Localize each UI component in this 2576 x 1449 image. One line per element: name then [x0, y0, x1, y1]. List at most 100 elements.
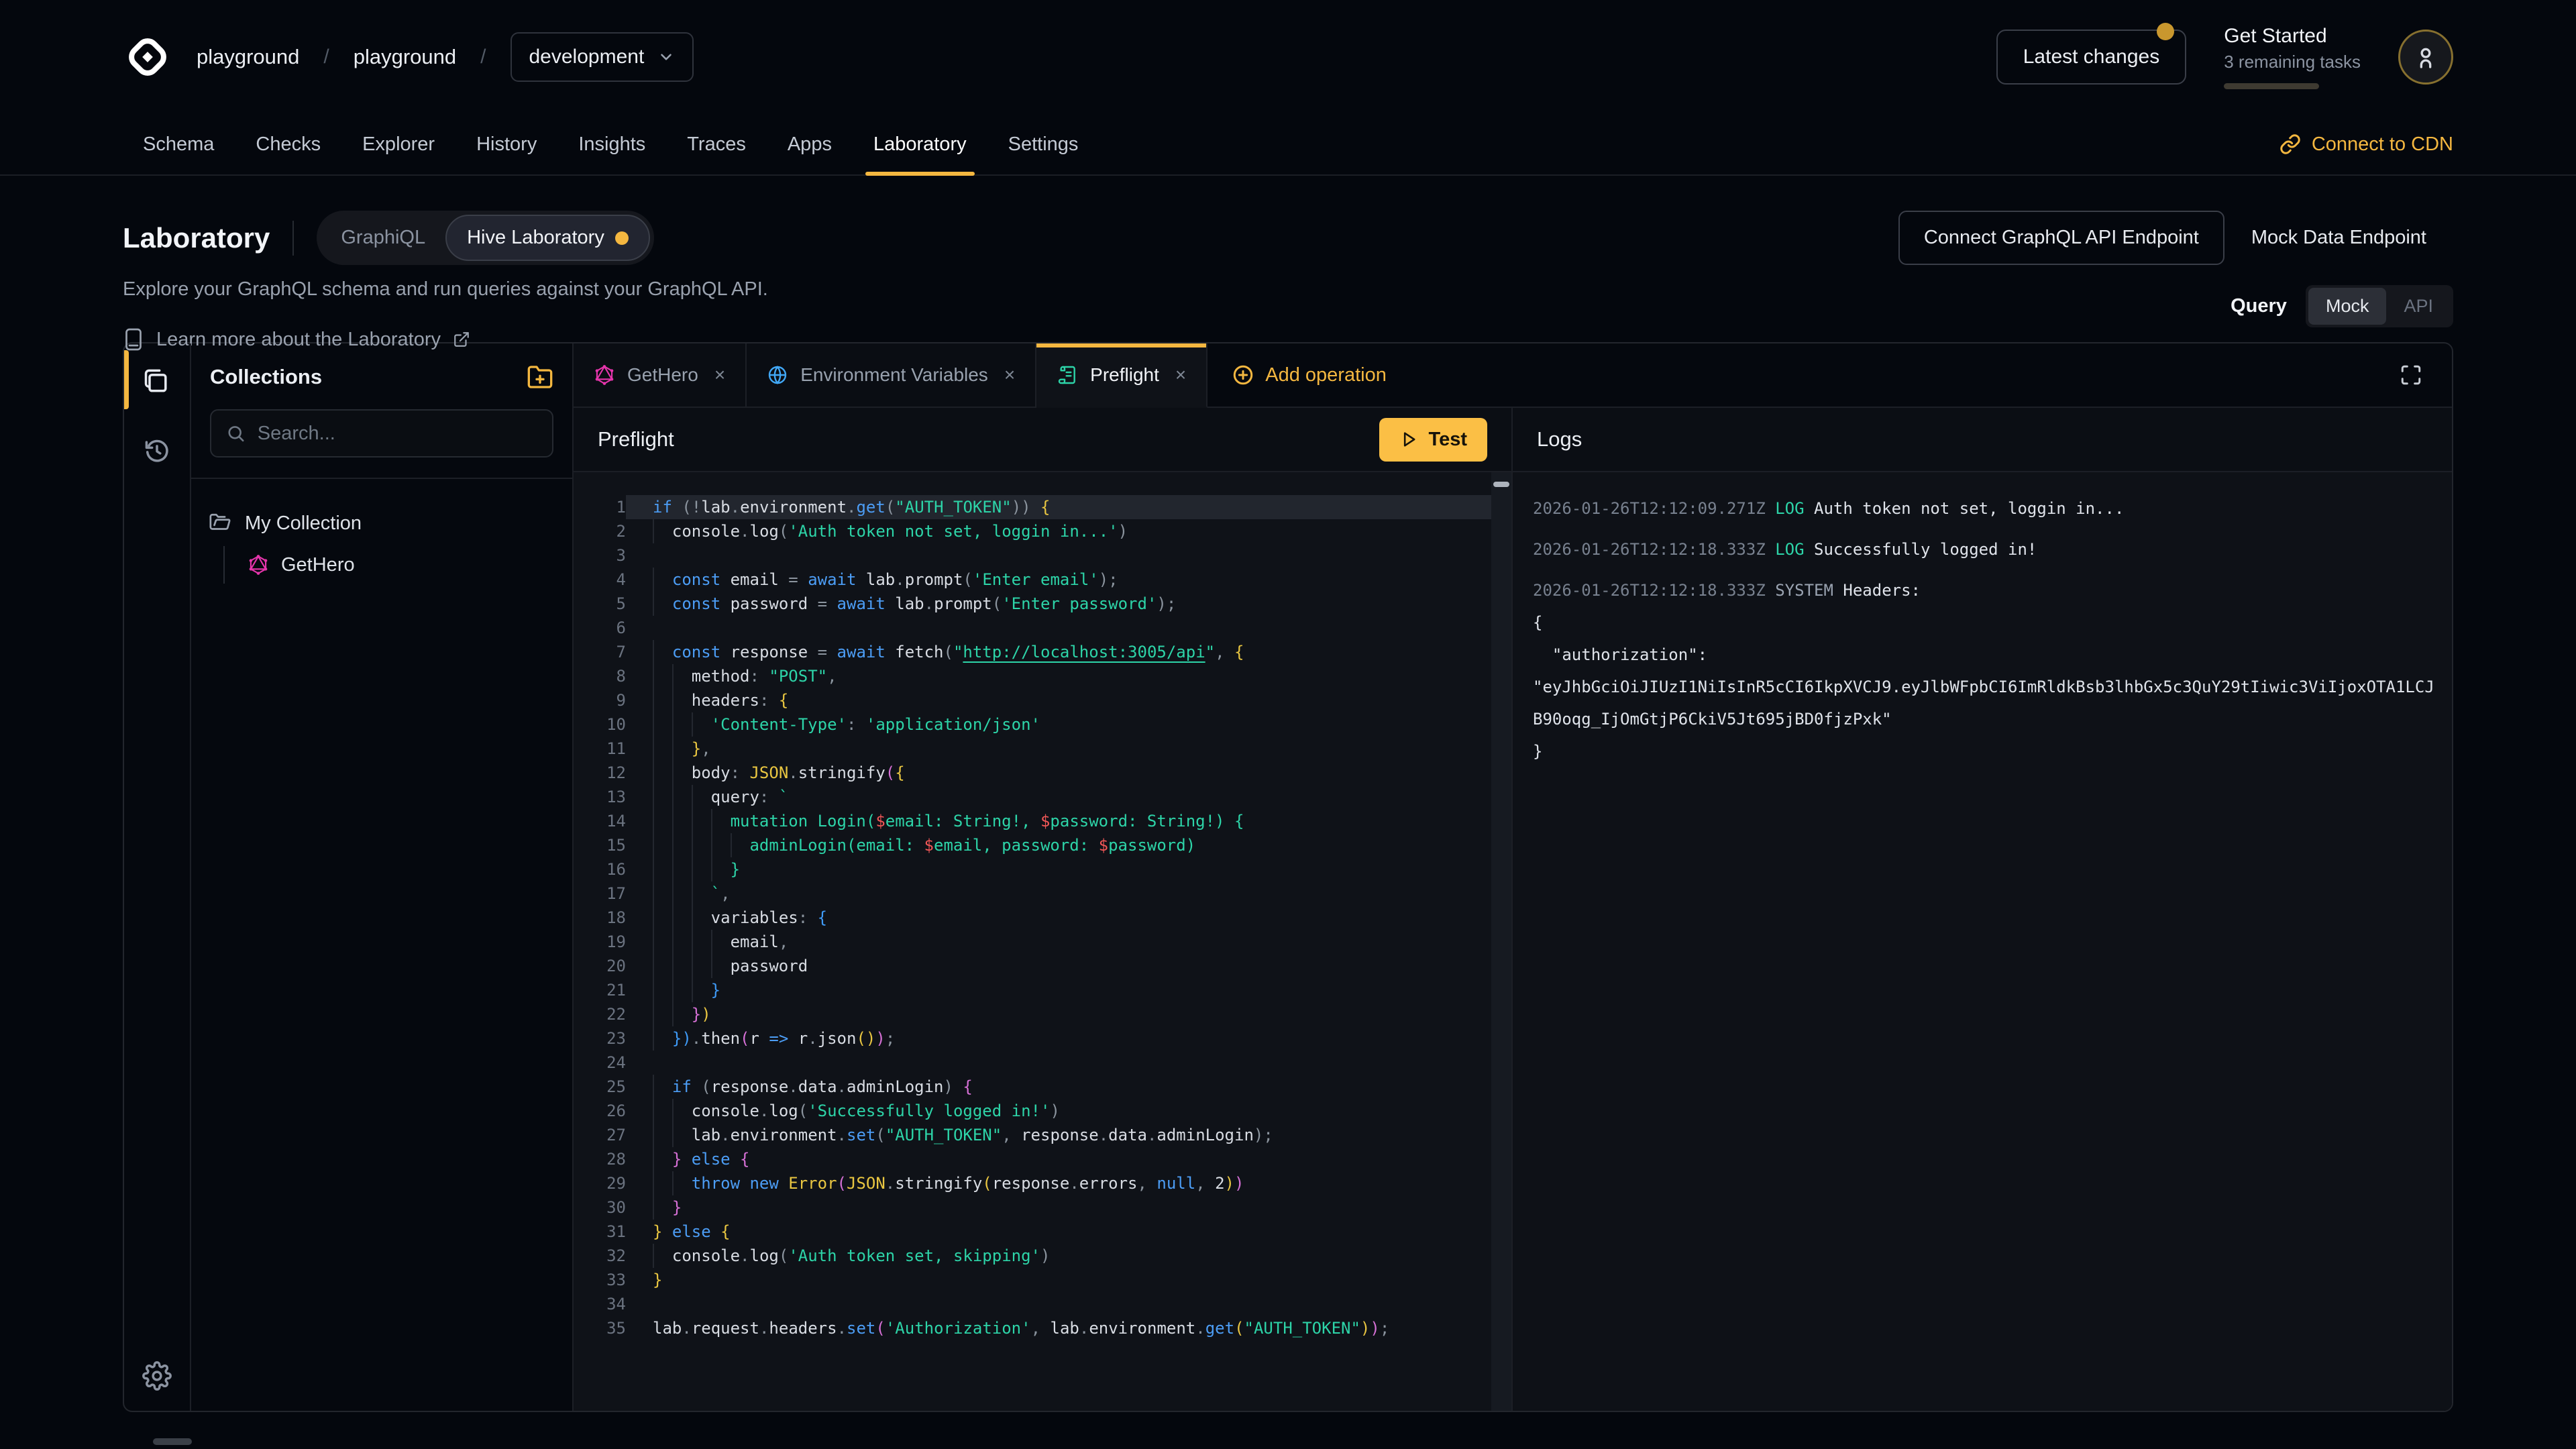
code-line[interactable]: 23}).then(r => r.json());: [574, 1026, 1491, 1051]
code-line[interactable]: 12body: JSON.stringify({: [574, 761, 1491, 785]
search-input[interactable]: [258, 423, 537, 445]
nav-item-laboratory[interactable]: Laboratory: [873, 114, 967, 174]
user-avatar[interactable]: [2398, 30, 2453, 85]
query-target-api[interactable]: API: [2386, 288, 2451, 325]
collections-rail-icon[interactable]: [142, 366, 172, 396]
latest-changes-button[interactable]: Latest changes: [1996, 30, 2186, 85]
history-rail-icon[interactable]: [142, 436, 172, 466]
code-line[interactable]: 25if (response.data.adminLogin) {: [574, 1075, 1491, 1099]
environment-selector[interactable]: development: [511, 32, 694, 82]
code-line[interactable]: 7const response = await fetch("http://lo…: [574, 640, 1491, 664]
code-line[interactable]: 9headers: {: [574, 688, 1491, 712]
query-target-mock[interactable]: Mock: [2308, 288, 2387, 325]
get-started-widget[interactable]: Get Started 3 remaining tasks: [2224, 25, 2361, 89]
nav-item-insights[interactable]: Insights: [578, 114, 645, 174]
nav-item-schema[interactable]: Schema: [143, 114, 214, 174]
mode-option-graphiql[interactable]: GraphiQL: [321, 216, 445, 260]
editor-scrollbar[interactable]: [1491, 472, 1511, 1411]
code-line[interactable]: 13query: `: [574, 785, 1491, 809]
code-line[interactable]: 3: [574, 543, 1491, 568]
nav-item-checks[interactable]: Checks: [256, 114, 321, 174]
tab-environment-variables[interactable]: Environment Variables×: [747, 343, 1036, 407]
code-line[interactable]: 24: [574, 1051, 1491, 1075]
code-line[interactable]: 4const email = await lab.prompt('Enter e…: [574, 568, 1491, 592]
add-collection-button[interactable]: [527, 364, 553, 390]
code-line[interactable]: 18variables: {: [574, 906, 1491, 930]
connect-graphql-endpoint-button[interactable]: Connect GraphQL API Endpoint: [1898, 211, 2224, 265]
code-line[interactable]: 8method: "POST",: [574, 664, 1491, 688]
line-number: 28: [574, 1147, 626, 1171]
code-line[interactable]: 22}): [574, 1002, 1491, 1026]
collection-folder[interactable]: My Collection: [209, 504, 555, 542]
workspace: GetHero×Environment Variables×Preflight×…: [574, 343, 2452, 1411]
close-icon[interactable]: ×: [1175, 364, 1186, 386]
hive-logo-icon[interactable]: [123, 32, 172, 82]
code-line[interactable]: 20password: [574, 954, 1491, 978]
logs-output[interactable]: 2026-01-26T12:12:09.271Z LOG Auth token …: [1513, 472, 2452, 1411]
close-icon[interactable]: ×: [714, 364, 725, 386]
code-line-content: if (!lab.environment.get("AUTH_TOKEN")) …: [626, 495, 1491, 519]
nav-item-explorer[interactable]: Explorer: [362, 114, 435, 174]
breadcrumb-org[interactable]: playground: [197, 45, 299, 69]
folder-open-icon: [209, 512, 231, 535]
collections-panel: Collections My CollectionGetHero: [191, 343, 574, 1411]
code-line[interactable]: 16}: [574, 857, 1491, 881]
line-number: 9: [574, 688, 626, 712]
fullscreen-button[interactable]: [2370, 343, 2452, 407]
indent-guide: [653, 737, 672, 761]
line-number: 20: [574, 954, 626, 978]
code-line[interactable]: 29throw new Error(JSON.stringify(respons…: [574, 1171, 1491, 1195]
breadcrumb-separator: /: [480, 46, 486, 68]
query-target-toggle: Mock API: [2306, 285, 2453, 327]
log-entry: {: [1533, 606, 2452, 639]
code-line[interactable]: 19email,: [574, 930, 1491, 954]
code-line[interactable]: 35lab.request.headers.set('Authorization…: [574, 1316, 1491, 1340]
horizontal-scrollbar-thumb[interactable]: [153, 1438, 192, 1445]
tab-preflight[interactable]: Preflight×: [1036, 343, 1208, 408]
nav-item-settings[interactable]: Settings: [1008, 114, 1079, 174]
code-line[interactable]: 2console.log('Auth token not set, loggin…: [574, 519, 1491, 543]
collections-search[interactable]: [210, 409, 553, 458]
code-line[interactable]: 11},: [574, 737, 1491, 761]
code-line[interactable]: 27lab.environment.set("AUTH_TOKEN", resp…: [574, 1123, 1491, 1147]
code-line[interactable]: 26console.log('Successfully logged in!'): [574, 1099, 1491, 1123]
tab-gethero[interactable]: GetHero×: [574, 343, 747, 407]
add-operation-button[interactable]: Add operation: [1208, 343, 1411, 407]
nav-item-traces[interactable]: Traces: [687, 114, 746, 174]
code-editor[interactable]: 1if (!lab.environment.get("AUTH_TOKEN"))…: [574, 472, 1491, 1411]
code-line[interactable]: 30}: [574, 1195, 1491, 1220]
indent-guide: [711, 809, 731, 833]
code-line[interactable]: 34: [574, 1292, 1491, 1316]
breadcrumb: playground / playground / development: [123, 32, 694, 82]
learn-more-link[interactable]: Learn more about the Laboratory: [123, 327, 2453, 352]
code-line[interactable]: 15adminLogin(email: $email, password: $p…: [574, 833, 1491, 857]
collection-operation-gethero[interactable]: GetHero: [248, 546, 555, 584]
mock-data-endpoint-button[interactable]: Mock Data Endpoint: [2224, 212, 2453, 264]
indent-guide: [672, 761, 692, 785]
editor-scrollbar-thumb[interactable]: [1493, 482, 1509, 487]
line-number: 33: [574, 1268, 626, 1292]
code-line[interactable]: 33}: [574, 1268, 1491, 1292]
code-line[interactable]: 1if (!lab.environment.get("AUTH_TOKEN"))…: [574, 495, 1491, 519]
code-line[interactable]: 6: [574, 616, 1491, 640]
breadcrumb-project[interactable]: playground: [354, 45, 456, 69]
close-icon[interactable]: ×: [1004, 364, 1015, 386]
code-line[interactable]: 28} else {: [574, 1147, 1491, 1171]
nav-item-history[interactable]: History: [476, 114, 537, 174]
code-line[interactable]: 5const password = await lab.prompt('Ente…: [574, 592, 1491, 616]
mode-option-hive-laboratory[interactable]: Hive Laboratory: [445, 215, 650, 261]
indent-guide: [653, 761, 672, 785]
settings-gear-icon[interactable]: [142, 1361, 172, 1391]
code-line[interactable]: 10'Content-Type': 'application/json': [574, 712, 1491, 737]
line-number: 32: [574, 1244, 626, 1268]
nav-item-apps[interactable]: Apps: [788, 114, 832, 174]
code-line[interactable]: 31} else {: [574, 1220, 1491, 1244]
code-line[interactable]: 32console.log('Auth token set, skipping'…: [574, 1244, 1491, 1268]
code-line[interactable]: 14mutation Login($email: String!, $passw…: [574, 809, 1491, 833]
code-line[interactable]: 21}: [574, 978, 1491, 1002]
test-button[interactable]: Test: [1379, 418, 1487, 462]
code-line[interactable]: 17`,: [574, 881, 1491, 906]
code-line-content: [626, 616, 1491, 640]
connect-to-cdn-link[interactable]: Connect to CDN: [2279, 114, 2453, 174]
line-number: 6: [574, 616, 626, 640]
